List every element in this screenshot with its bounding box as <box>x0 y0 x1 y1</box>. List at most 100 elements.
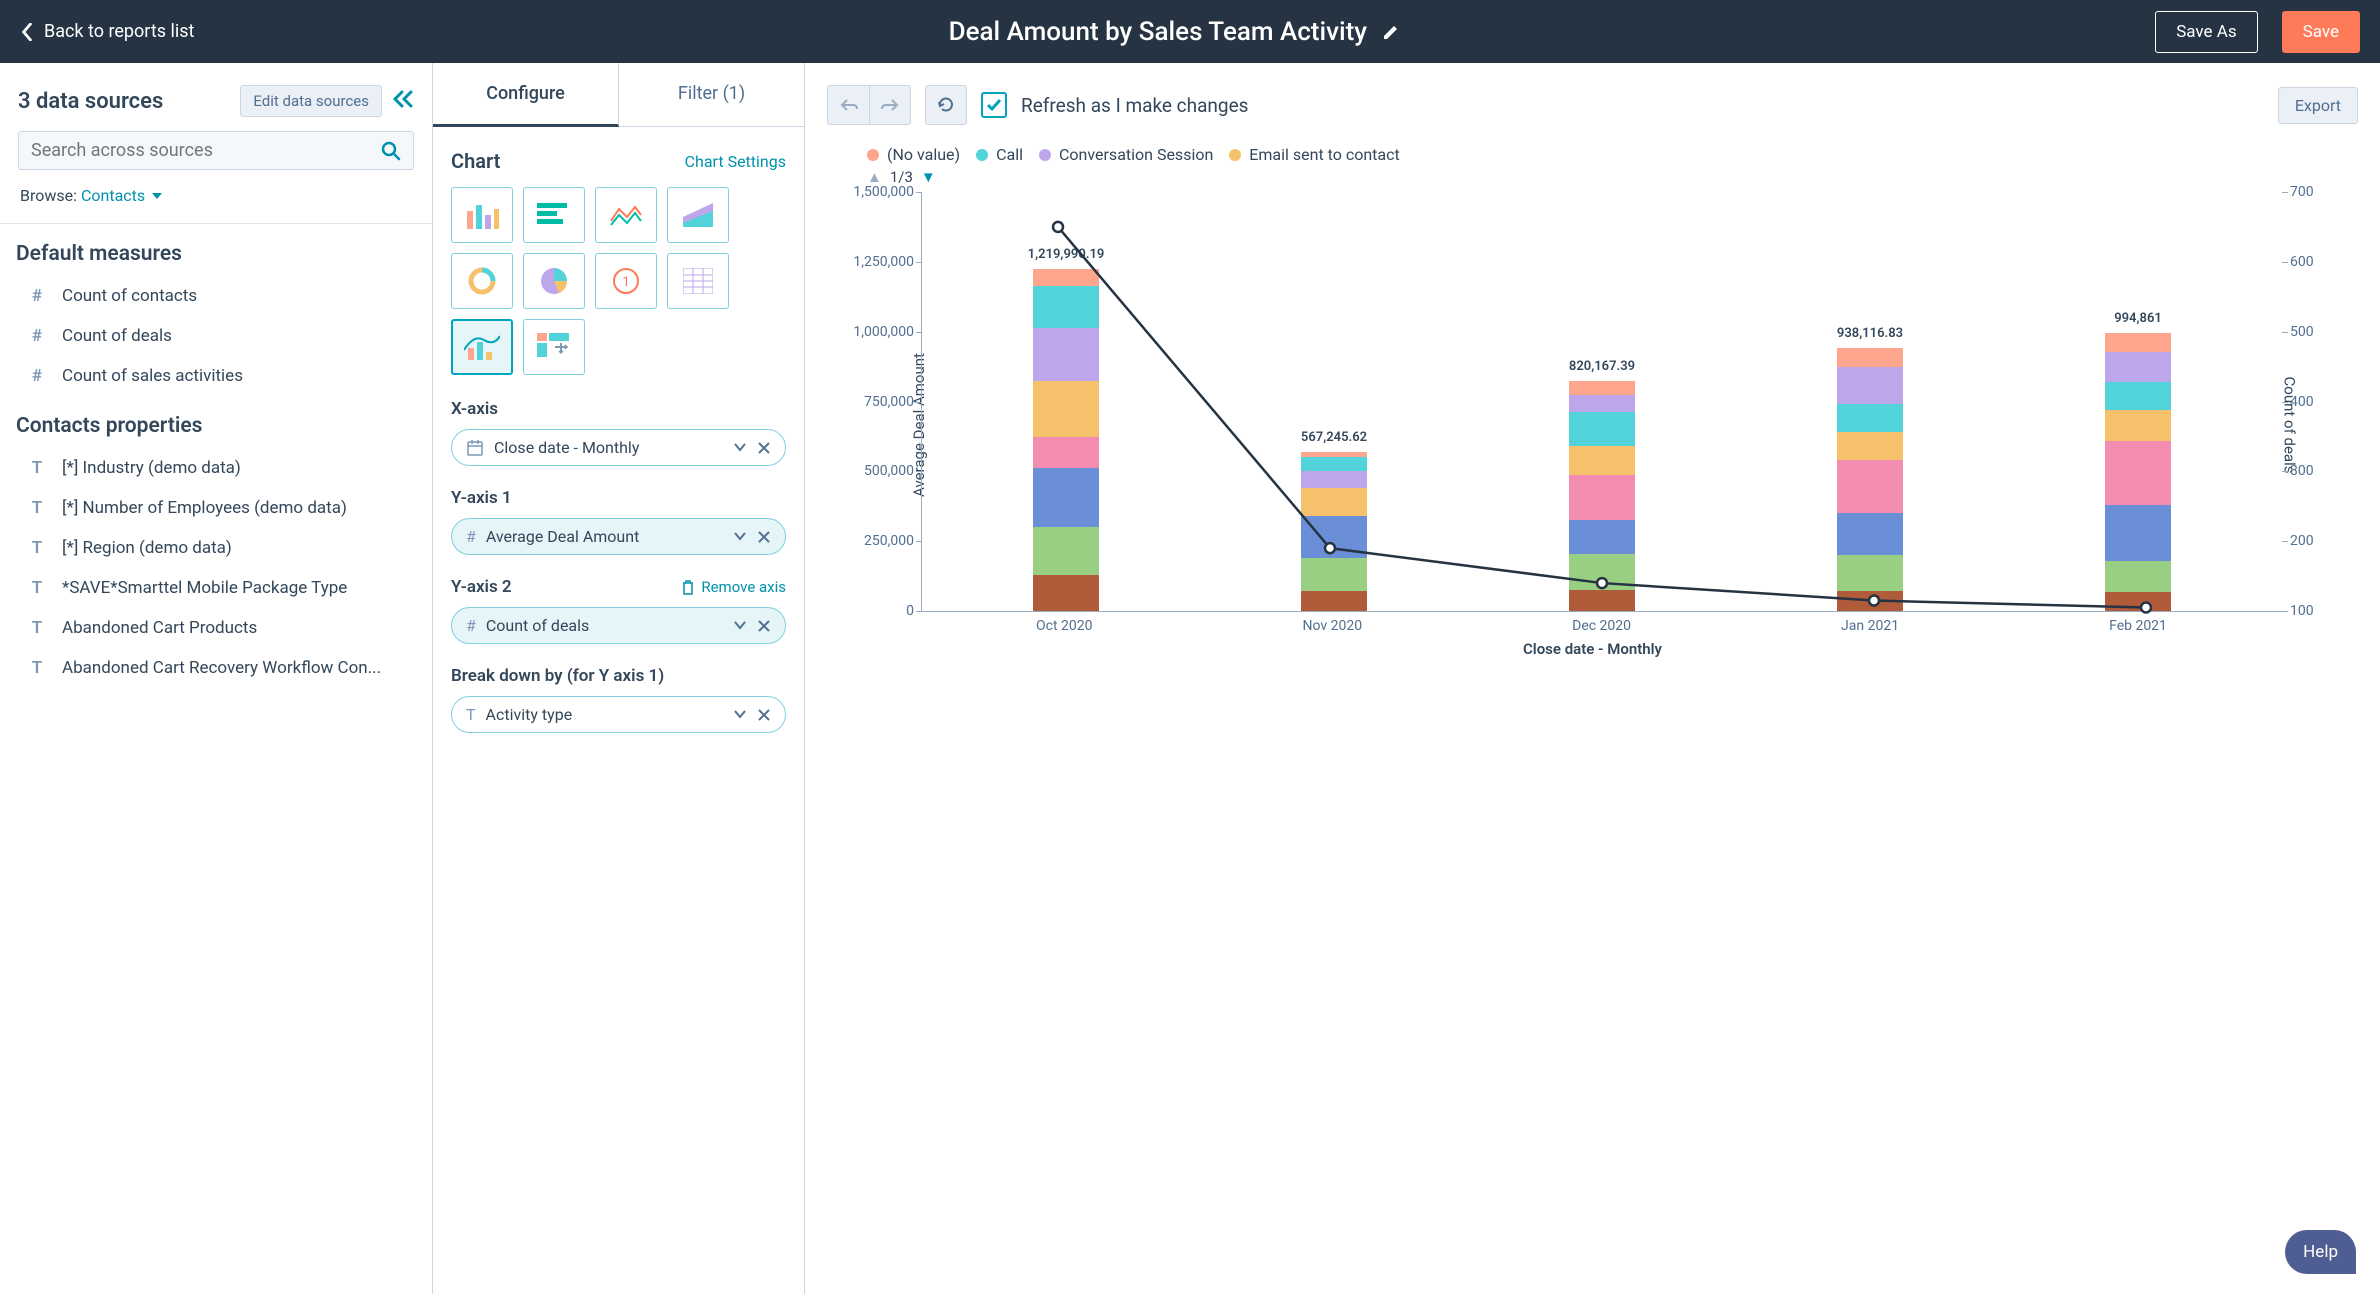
chart-type-combo[interactable] <box>451 319 513 375</box>
bar-segment <box>2105 505 2171 561</box>
redo-button[interactable] <box>869 85 911 125</box>
help-button[interactable]: Help <box>2285 1230 2356 1274</box>
property-item[interactable]: T[*] Industry (demo data) <box>0 448 432 488</box>
bar-column[interactable]: 567,245.62 <box>1301 452 1367 611</box>
chart-type-area[interactable] <box>667 187 729 243</box>
ytick-left: 750,000 <box>842 394 914 410</box>
bar-segment <box>2105 382 2171 410</box>
save-as-button[interactable]: Save As <box>2155 11 2257 53</box>
chart-type-vertical-bar[interactable] <box>451 187 513 243</box>
xtick-label: Dec 2020 <box>1572 618 1631 634</box>
y-axis-right-label: Count of deals <box>2281 377 2299 474</box>
bar-column[interactable]: 820,167.39 <box>1569 381 1635 611</box>
y2-value: Count of deals <box>486 616 723 635</box>
clear-icon[interactable] <box>757 530 771 544</box>
breakdown-value: Activity type <box>486 705 723 724</box>
bar-segment <box>1837 367 1903 403</box>
export-button[interactable]: Export <box>2278 87 2358 124</box>
chart-settings-link[interactable]: Chart Settings <box>685 152 786 171</box>
chart-type-donut[interactable] <box>451 253 513 309</box>
property-label: *SAVE*Smarttel Mobile Package Type <box>62 578 347 598</box>
remove-axis-link[interactable]: Remove axis <box>681 578 786 596</box>
bar-segment <box>2105 333 2171 353</box>
collapse-panel-icon[interactable] <box>392 90 414 112</box>
chart-type-kpi[interactable]: 1 <box>595 253 657 309</box>
bar-column[interactable]: 994,861 <box>2105 333 2171 611</box>
bar-value-label: 820,167.39 <box>1569 359 1635 374</box>
bar-segment <box>2105 410 2171 441</box>
bar-segment <box>1033 269 1099 286</box>
bar-segment <box>1837 555 1903 591</box>
property-item[interactable]: T*SAVE*Smarttel Mobile Package Type <box>0 568 432 608</box>
default-measures-heading: Default measures <box>0 224 432 276</box>
chart-type-pie[interactable] <box>523 253 585 309</box>
property-item[interactable]: T Abandoned Cart Recovery Workflow Con... <box>0 648 432 688</box>
bar-segment <box>1301 457 1367 471</box>
bar-column[interactable]: 1,219,990.19 <box>1033 269 1099 611</box>
legend-item[interactable]: (No value) <box>867 145 960 164</box>
browse-value: Contacts <box>81 186 145 205</box>
trash-icon <box>681 579 695 595</box>
tab-filter[interactable]: Filter (1) <box>619 63 804 127</box>
chart-type-table[interactable] <box>667 253 729 309</box>
auto-refresh-checkbox[interactable] <box>981 92 1007 118</box>
xaxis-field[interactable]: Close date - Monthly <box>451 429 786 466</box>
property-label: Abandoned Cart Recovery Workflow Con... <box>62 658 381 678</box>
bar-segment <box>1033 286 1099 328</box>
bar-segment <box>1033 468 1099 527</box>
property-item[interactable]: T[*] Region (demo data) <box>0 528 432 568</box>
chevron-down-icon[interactable] <box>733 530 747 542</box>
breakdown-field[interactable]: T Activity type <box>451 696 786 733</box>
number-icon: # <box>466 616 476 635</box>
chart-type-pivot[interactable] <box>523 319 585 375</box>
text-icon: T <box>28 658 46 678</box>
bar-segment <box>1837 513 1903 555</box>
y2-field[interactable]: # Count of deals <box>451 607 786 644</box>
clear-icon[interactable] <box>757 619 771 633</box>
measure-item[interactable]: #Count of contacts <box>0 276 432 316</box>
search-input[interactable] <box>31 140 381 161</box>
bar-segment <box>1033 328 1099 381</box>
undo-button[interactable] <box>827 85 869 125</box>
refresh-button[interactable] <box>925 85 967 125</box>
measure-label: Count of sales activities <box>62 366 243 386</box>
bar-segment <box>2105 561 2171 592</box>
ytick-right: 400 <box>2290 394 2338 410</box>
text-icon: T <box>466 705 476 724</box>
chart-type-line[interactable] <box>595 187 657 243</box>
y1-field[interactable]: # Average Deal Amount <box>451 518 786 555</box>
clear-icon[interactable] <box>757 441 771 455</box>
legend-swatch <box>976 149 988 161</box>
pager-next-icon[interactable]: ▼ <box>921 168 936 186</box>
measure-item[interactable]: #Count of sales activities <box>0 356 432 396</box>
xtick-label: Oct 2020 <box>1036 618 1093 634</box>
chevron-down-icon[interactable] <box>733 619 747 631</box>
property-item[interactable]: TAbandoned Cart Products <box>0 608 432 648</box>
property-label: [*] Region (demo data) <box>62 538 232 558</box>
property-item[interactable]: T[*] Number of Employees (demo data) <box>0 488 432 528</box>
tab-configure[interactable]: Configure <box>433 63 619 127</box>
save-button[interactable]: Save <box>2282 11 2360 53</box>
bar-value-label: 994,861 <box>2114 311 2162 326</box>
clear-icon[interactable] <box>757 708 771 722</box>
legend-item[interactable]: Conversation Session <box>1039 145 1213 164</box>
legend-item[interactable]: Email sent to contact <box>1229 145 1399 164</box>
edit-data-sources-button[interactable]: Edit data sources <box>240 85 382 117</box>
bar-segment <box>1569 475 1635 520</box>
chevron-down-icon[interactable] <box>733 708 747 720</box>
chevron-down-icon[interactable] <box>733 441 747 453</box>
property-label: [*] Number of Employees (demo data) <box>62 498 347 518</box>
legend-swatch <box>867 149 879 161</box>
back-label: Back to reports list <box>44 21 194 42</box>
edit-title-icon[interactable] <box>1381 22 1401 42</box>
bar-column[interactable]: 938,116.83 <box>1837 348 1903 611</box>
back-to-reports-link[interactable]: Back to reports list <box>20 21 194 42</box>
browse-source-dropdown[interactable]: Contacts <box>81 186 163 205</box>
chevron-left-icon <box>20 23 34 41</box>
legend-item[interactable]: Call <box>976 145 1023 164</box>
ytick-right: 600 <box>2290 254 2338 270</box>
chart-type-picker: 1 <box>451 187 786 375</box>
chart-type-horizontal-bar[interactable] <box>523 187 585 243</box>
search-input-wrap[interactable] <box>18 131 414 170</box>
measure-item[interactable]: #Count of deals <box>0 316 432 356</box>
